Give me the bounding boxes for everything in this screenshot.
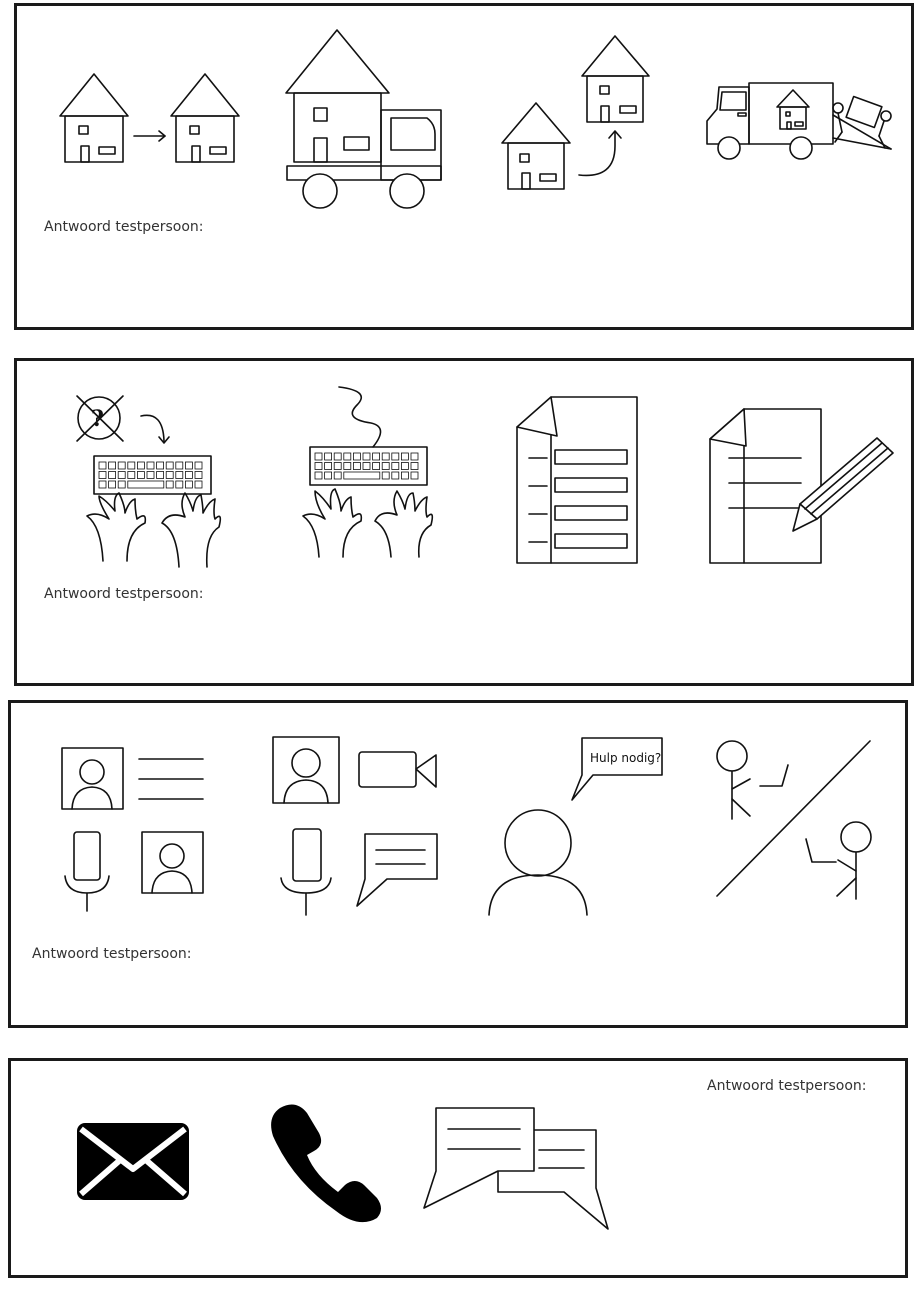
video-contact-options-icon (61, 747, 204, 912)
document-writing-icon (709, 408, 894, 564)
svg-text:?: ? (91, 406, 104, 432)
form-illustrations: ? (76, 386, 894, 568)
contact-illustrations: Hulp nodig? (61, 736, 872, 916)
help-bubble-text: Hulp nodig? (590, 751, 661, 765)
typing-keyboard-icon (302, 386, 434, 558)
answer-label: Antwoord testpersoon: (44, 586, 204, 602)
envelope-icon (77, 1123, 189, 1200)
phone-icon (271, 1104, 381, 1223)
answer-label: Antwoord testpersoon: (32, 946, 192, 962)
separated-people-icon (716, 740, 872, 900)
answer-label: Antwoord testpersoon: (707, 1078, 867, 1094)
answer-label: Antwoord testpersoon: (44, 219, 204, 235)
form-document-icon (516, 396, 638, 564)
move-house-arrow-icon (59, 73, 240, 163)
moving-illustrations (59, 29, 892, 209)
help-person-icon: Hulp nodig? (488, 737, 663, 916)
video-chat-options-icon (272, 736, 438, 916)
panel-communication-channels: Antwoord testpersoon: (8, 1058, 908, 1278)
panel-contact-options: Hulp nodig? Antwoord testpersoon: (8, 700, 908, 1028)
chat-bubbles-icon (423, 1107, 609, 1230)
panel-online-form: ? Antwoord testpersoon: (14, 358, 914, 686)
channel-illustrations (77, 1104, 609, 1230)
panel-moving: Antwoord testpersoon: (14, 3, 914, 330)
moving-truck-house-icon (285, 29, 442, 209)
house-relocate-icon (501, 35, 650, 190)
moving-van-loading-icon (706, 82, 892, 160)
typing-no-question-icon: ? (76, 395, 222, 568)
